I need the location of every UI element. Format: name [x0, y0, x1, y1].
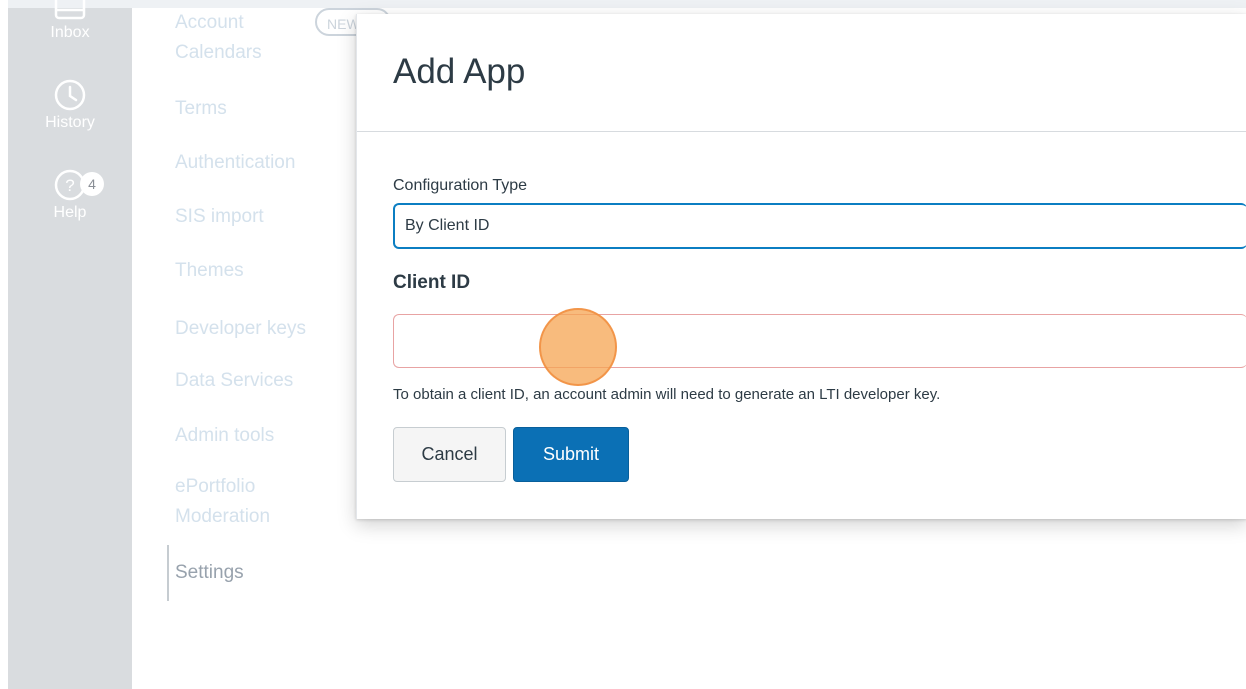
inbox-icon	[54, 0, 86, 20]
client-id-input[interactable]	[393, 314, 1246, 368]
nav-label-inbox: Inbox	[50, 24, 90, 41]
submit-button[interactable]: Submit	[513, 427, 629, 482]
account-nav-item-data-services[interactable]: Data Services	[175, 366, 293, 396]
outer-left-edge	[0, 0, 8, 689]
account-nav-item-themes[interactable]: Themes	[175, 256, 244, 286]
configuration-type-select[interactable]: By Client ID	[393, 203, 1246, 249]
help-badge: 4	[80, 172, 104, 196]
nav-item-help[interactable]: ? Help	[8, 168, 132, 222]
clock-icon	[54, 79, 86, 111]
global-navigation: Inbox History ? Help 4	[8, 0, 132, 689]
modal-header: Add App	[357, 14, 1246, 132]
active-indicator	[167, 545, 169, 601]
account-nav-item-calendars[interactable]: Account Calendars	[175, 8, 305, 68]
account-nav-item-authentication[interactable]: Authentication	[175, 148, 295, 178]
account-nav-item-sis-import[interactable]: SIS import	[175, 202, 264, 232]
client-id-help-text: To obtain a client ID, an account admin …	[393, 386, 941, 403]
account-nav-item-developer-keys[interactable]: Developer keys	[175, 314, 306, 344]
nav-label-help: Help	[53, 204, 87, 221]
modal-title: Add App	[393, 52, 526, 91]
account-nav-item-terms[interactable]: Terms	[175, 94, 227, 124]
click-indicator	[539, 308, 617, 386]
cancel-button[interactable]: Cancel	[393, 427, 506, 482]
svg-text:?: ?	[65, 176, 74, 195]
nav-label-history: History	[45, 114, 95, 131]
client-id-label: Client ID	[393, 272, 471, 293]
nav-item-history[interactable]: History	[8, 78, 132, 132]
account-nav-item-settings[interactable]: Settings	[175, 558, 244, 588]
configuration-type-label: Configuration Type	[393, 177, 528, 194]
account-nav-item-eportfolio-moderation[interactable]: ePortfolio Moderation	[175, 472, 305, 532]
account-nav-item-admin-tools[interactable]: Admin tools	[175, 421, 274, 451]
top-strip	[0, 0, 1246, 8]
nav-item-inbox[interactable]: Inbox	[8, 0, 132, 42]
add-app-modal: Add App Configuration Type By Client ID …	[356, 14, 1246, 519]
